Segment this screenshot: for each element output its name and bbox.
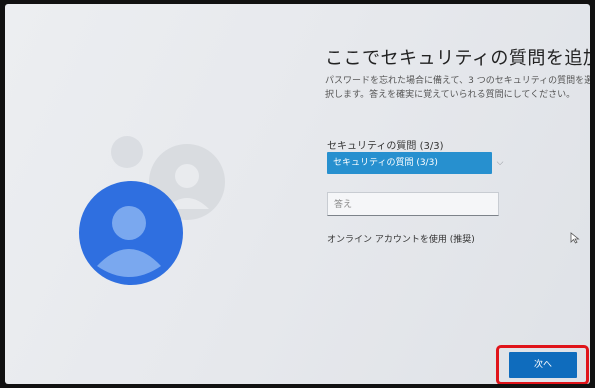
page-title: ここでセキュリティの質問を追加します bbox=[325, 48, 590, 69]
page-description: パスワードを忘れた場合に備えて、3 つのセキュリティの質問を選択します。答えを確… bbox=[325, 76, 590, 100]
bg-bubble-small-icon bbox=[111, 136, 143, 168]
online-account-link[interactable]: オンライン アカウントを使用 (推奨) bbox=[327, 232, 475, 245]
answer-field[interactable]: 答え bbox=[327, 192, 499, 216]
user-account-illustration bbox=[79, 136, 225, 285]
chevron-down-icon[interactable]: ⌵ bbox=[493, 152, 507, 174]
mouse-pointer-icon bbox=[570, 232, 580, 244]
oobe-screen: ここでセキュリティの質問を追加します パスワードを忘れた場合に備えて、3 つのセ… bbox=[5, 4, 590, 384]
next-button[interactable]: 次へ bbox=[509, 352, 577, 378]
security-question-select[interactable]: セキュリティの質問 (3/3) bbox=[327, 152, 492, 174]
security-question-label: セキュリティの質問 (3/3) bbox=[327, 141, 444, 152]
